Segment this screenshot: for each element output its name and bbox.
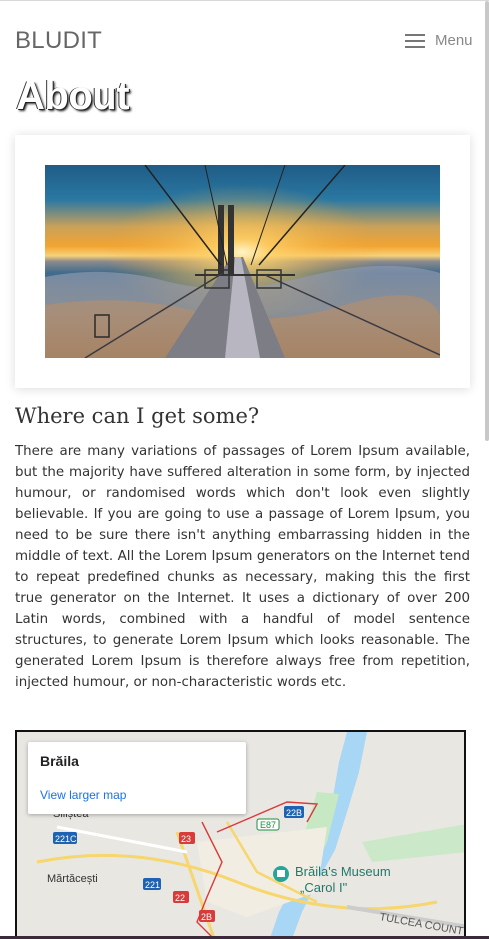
section-heading: Where can I get some? — [15, 404, 260, 428]
town-label: Mărtăcești — [47, 873, 98, 885]
road-221c-badge: 221C — [55, 834, 77, 844]
museum-label-line2: „Carol I" — [300, 880, 348, 895]
hamburger-icon — [405, 34, 425, 49]
hero-image-card — [15, 135, 470, 388]
road-23-badge: 23 — [181, 834, 191, 844]
view-larger-map-link[interactable]: View larger map — [40, 788, 126, 802]
museum-label-line1: Brăila's Museum — [295, 864, 391, 879]
menu-button[interactable]: Menu — [403, 31, 475, 53]
map-place-name: Brăila — [40, 753, 79, 769]
page-scrollbar[interactable] — [485, 1, 489, 441]
road-221-badge: 221 — [145, 880, 160, 890]
road-22b-badge: 22B — [286, 808, 302, 818]
menu-label: Menu — [435, 32, 473, 49]
bridge-sunset-photo — [45, 165, 440, 358]
embedded-map[interactable]: Brăila's Museum „Carol I" Mărtăcești Sil… — [15, 730, 466, 939]
map-info-card: Brăila View larger map — [28, 742, 246, 814]
top-border — [0, 0, 489, 1]
article-paragraph: There are many variations of passages of… — [15, 444, 470, 690]
road-2b-badge: 2B — [201, 912, 212, 922]
road-22-badge: 22 — [175, 893, 185, 903]
site-brand[interactable]: BLUDIT — [15, 27, 102, 55]
navbar: BLUDIT Menu — [0, 22, 489, 62]
road-e87-badge: E87 — [260, 820, 276, 830]
page-title: About — [16, 74, 130, 118]
